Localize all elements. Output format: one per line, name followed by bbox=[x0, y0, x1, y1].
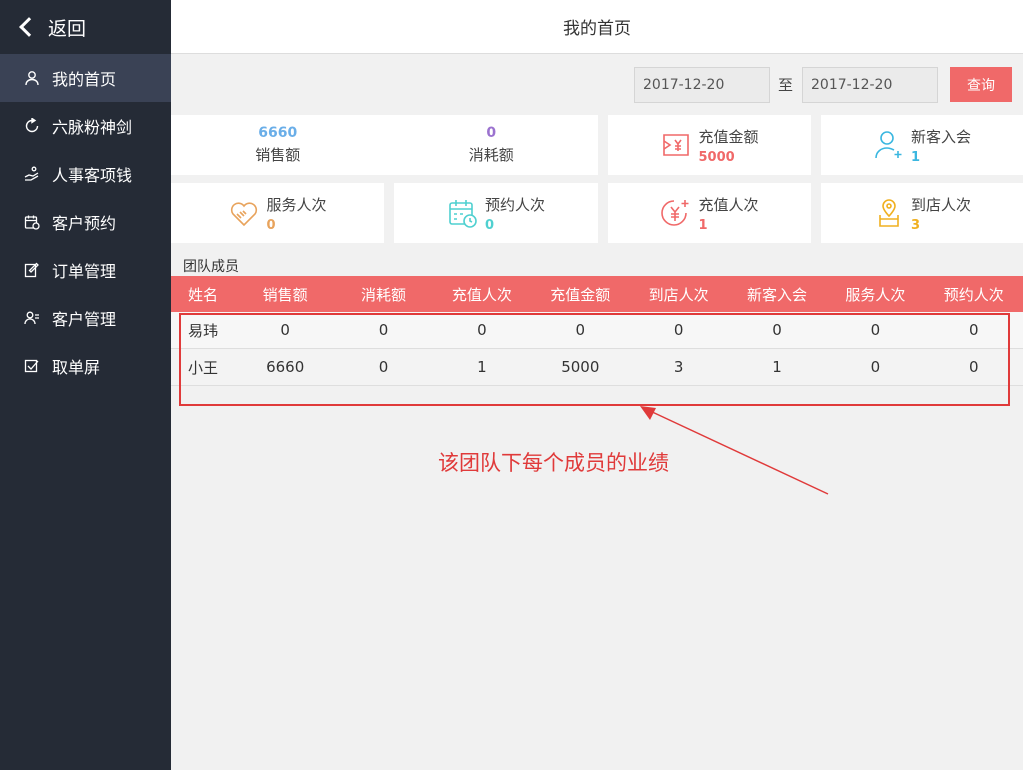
annotation-text: 该团队下每个成员的业绩 bbox=[438, 451, 669, 475]
annotation-arrow bbox=[640, 406, 829, 495]
